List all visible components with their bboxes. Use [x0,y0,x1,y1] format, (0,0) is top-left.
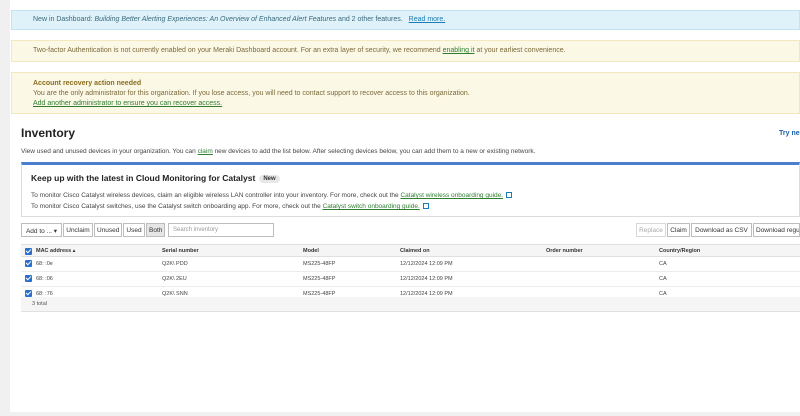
two-factor-suffix: at your earliest convenience. [474,47,566,54]
column-serial[interactable]: Serial number [162,248,199,254]
download-csv-button[interactable]: Download as CSV [691,223,752,237]
external-link-icon [506,192,513,198]
replace-button[interactable]: Replace [636,223,666,237]
unclaim-button[interactable]: Unclaim [63,223,93,237]
add-administrator-link[interactable]: Add another administrator to ensure you … [33,100,222,107]
column-claimed[interactable]: Claimed on [400,248,430,254]
cell-mac: 68: :0e [36,261,53,267]
new-badge: New [259,175,280,183]
table-header: MAC address ▴ Serial number Model Claime… [21,244,800,257]
account-recovery-banner: Account recovery action needed You are t… [11,72,800,114]
filter-unused-button[interactable]: Unused [94,223,122,237]
left-gutter [0,0,10,416]
two-factor-banner: Two-factor Authentication is not current… [11,40,800,62]
news-prefix: New in Dashboard: [33,16,95,23]
column-mac[interactable]: MAC address ▴ [36,248,75,254]
table-row[interactable]: 68: :06 Q2K\ 2EU MS225-48FP 12/12/2024 1… [21,272,800,287]
cell-claimed: 12/12/2024 12:09 PM [400,276,453,282]
cell-serial: Q2K\ 2EU [162,276,187,282]
total-count: 3 total [32,301,47,307]
catalyst-monitoring-card: Keep up with the latest in Cloud Monitor… [21,162,800,217]
intro-before: View used and unused devices in your org… [21,148,198,155]
column-order[interactable]: Order number [546,248,583,254]
cell-mac: 68: :06 [36,276,53,282]
page-title: Inventory [21,126,76,140]
cell-country: CA [659,276,667,282]
bottom-gutter [0,412,800,416]
wireless-guide-link[interactable]: Catalyst wireless onboarding guide. [400,192,503,199]
search-input[interactable]: Search inventory [168,223,274,237]
download-regular-button[interactable]: Download regu [753,223,800,237]
news-suffix: and 2 other features. [336,16,403,23]
cell-claimed: 12/12/2024 12:09 PM [400,261,453,267]
intro-after: new devices to add the list below. After… [212,148,536,155]
news-article: Building Better Alerting Experiences: An… [94,16,337,23]
column-model[interactable]: Model [303,248,319,254]
two-factor-text: Two-factor Authentication is not current… [33,47,443,54]
cell-model: MS225-48FP [303,276,336,282]
table-footer: 3 total [21,297,800,312]
claim-link[interactable]: claim [198,148,213,155]
select-all-checkbox[interactable] [25,248,32,255]
card-title-text: Keep up with the latest in Cloud Monitor… [31,173,256,183]
wireless-text: To monitor Cisco Catalyst wireless devic… [31,192,401,199]
claim-button[interactable]: Claim [667,223,690,237]
filter-both-button[interactable]: Both [146,223,165,237]
inventory-toolbar: Add to ... ▾ Unclaim Unused Used Both Se… [21,223,800,237]
inventory-intro: View used and unused devices in your org… [21,148,535,155]
cell-model: MS225-48FP [303,261,336,267]
inventory-table: MAC address ▴ Serial number Model Claime… [21,244,800,302]
table-row[interactable]: 68: :0e Q2K\ PDD MS225-48FP 12/12/2024 1… [21,257,800,272]
cell-country: CA [659,261,667,267]
column-country[interactable]: Country/Region [659,248,700,254]
switch-text: To monitor Cisco Catalyst switches, use … [31,203,323,210]
card-switch-line: To monitor Cisco Catalyst switches, use … [31,202,429,210]
recovery-text: You are the only administrator for this … [33,90,470,97]
card-wireless-line: To monitor Cisco Catalyst wireless devic… [31,191,513,199]
try-new-link[interactable]: Try ne [779,130,800,137]
cell-serial: Q2K\ PDD [162,261,188,267]
card-title: Keep up with the latest in Cloud Monitor… [31,173,280,183]
row-checkbox[interactable] [25,275,32,282]
filter-used-button[interactable]: Used [123,223,145,237]
read-more-link[interactable]: Read more. [409,16,446,23]
news-banner: New in Dashboard: Building Better Alerti… [11,10,800,30]
enable-two-factor-link[interactable]: enabling it [443,47,475,54]
recovery-title: Account recovery action needed [33,80,142,87]
row-checkbox[interactable] [25,260,32,267]
switch-guide-link[interactable]: Catalyst switch onboarding guide. [323,203,420,210]
external-link-icon [422,203,429,209]
row-checkbox[interactable] [25,290,32,297]
add-to-dropdown[interactable]: Add to ... ▾ [21,223,62,237]
